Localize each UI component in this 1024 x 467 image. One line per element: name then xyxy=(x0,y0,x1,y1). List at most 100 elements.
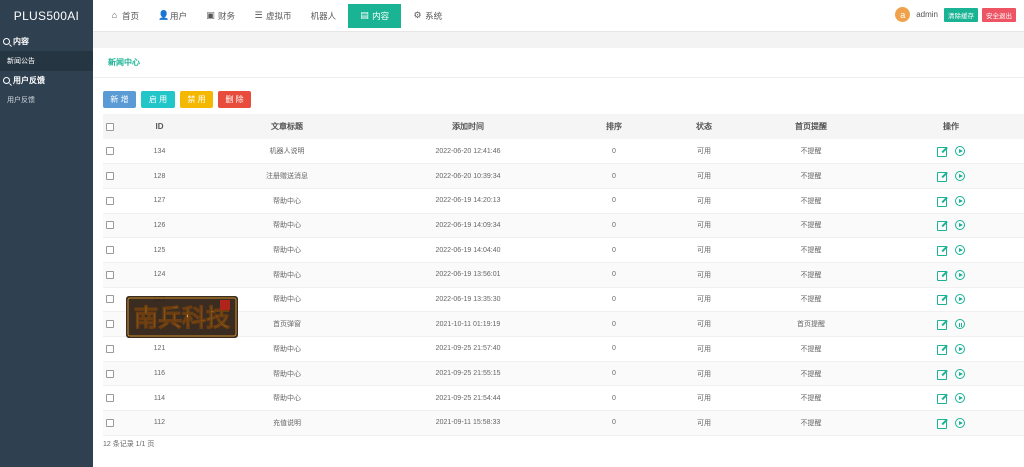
play-icon[interactable] xyxy=(955,146,965,157)
cell-actions xyxy=(878,287,1024,312)
cell-time: 2022-06-19 14:09:34 xyxy=(435,221,501,229)
edit-icon[interactable] xyxy=(937,171,947,183)
table-row: 121 帮助中心 2021-09-25 21:57:40 0 可用 不提醒 xyxy=(103,337,1024,362)
cell-sort: 0 xyxy=(612,320,616,328)
table-row: 128 注册赠送消息 2022-06-20 10:39:34 0 可用 不提醒 xyxy=(103,163,1024,189)
edit-icon[interactable] xyxy=(937,270,947,281)
nav-finance[interactable]: ▣ 财务 xyxy=(199,4,242,28)
play-icon[interactable] xyxy=(955,220,965,231)
edit-icon[interactable] xyxy=(937,196,947,207)
sidebar-item-feedback[interactable]: 用户反馈 xyxy=(0,90,93,110)
cell-time: 2022-06-19 14:04:40 xyxy=(435,246,501,254)
play-icon[interactable] xyxy=(955,417,965,428)
cell-actions xyxy=(878,164,1024,189)
edit-icon[interactable] xyxy=(937,220,947,232)
row-checkbox[interactable] xyxy=(106,369,114,378)
nav-robot[interactable]: 机器人 xyxy=(304,4,344,28)
row-checkbox[interactable] xyxy=(106,221,114,230)
play-icon[interactable] xyxy=(955,245,965,256)
column-header: 首页提醒 xyxy=(795,122,827,131)
toolbar: 新 增 启 用 禁 用 删 除 xyxy=(93,78,1024,119)
pause-icon[interactable] xyxy=(955,319,965,330)
gear-icon: ⚙ xyxy=(413,10,422,20)
nav-home[interactable]: ⌂ 首页 xyxy=(103,4,146,28)
select-cell xyxy=(103,312,117,337)
nav-label: 机器人 xyxy=(310,10,337,21)
play-icon[interactable] xyxy=(955,269,965,280)
select-cell xyxy=(103,287,117,312)
play-icon[interactable] xyxy=(955,294,965,305)
edit-icon[interactable] xyxy=(937,369,947,380)
cell-id: 127 xyxy=(153,197,166,205)
nav-label: 用户 xyxy=(170,10,188,21)
edit-icon[interactable] xyxy=(937,294,947,306)
select-cell xyxy=(103,262,117,287)
select-all-checkbox[interactable] xyxy=(106,122,114,131)
sidebar-group-content[interactable]: 内容 xyxy=(0,32,93,51)
user-icon: 👤 xyxy=(158,10,170,20)
edit-icon[interactable] xyxy=(937,418,947,429)
cell-remind: 不提醒 xyxy=(800,247,822,255)
play-icon[interactable] xyxy=(955,368,965,379)
add-button[interactable]: 新 增 xyxy=(103,91,136,108)
column-header: 操作 xyxy=(943,122,959,131)
table-body: 134 机器人说明 2022-06-20 12:41:46 0 可用 不提醒 128 注册赠… xyxy=(103,139,1024,436)
edit-icon[interactable] xyxy=(937,393,947,405)
nav-label: 首页 xyxy=(122,10,140,21)
nav-users[interactable]: 👤 用户 xyxy=(151,4,194,28)
row-checkbox[interactable] xyxy=(106,295,114,304)
edit-icon[interactable] xyxy=(937,245,947,257)
row-checkbox[interactable] xyxy=(106,270,114,279)
username[interactable]: admin xyxy=(916,10,938,19)
cell-actions xyxy=(878,139,1024,164)
row-actions xyxy=(878,319,1024,331)
row-checkbox[interactable] xyxy=(106,246,114,255)
select-cell xyxy=(103,411,117,436)
sidebar-group-feedback[interactable]: 用户反馈 xyxy=(0,71,93,90)
content-strip xyxy=(93,33,1024,48)
row-checkbox[interactable] xyxy=(106,147,114,156)
row-checkbox[interactable] xyxy=(106,196,114,205)
cell-sort: 0 xyxy=(612,197,616,205)
clear-cache-button[interactable]: 清除缓存 xyxy=(944,7,978,22)
row-actions xyxy=(878,368,1024,380)
column-header: 添加时间 xyxy=(452,122,484,131)
nav-content[interactable]: ▤ 内容 xyxy=(348,3,402,28)
cell-actions xyxy=(878,337,1024,362)
disable-button[interactable]: 禁 用 xyxy=(180,91,213,108)
database-icon: ☰ xyxy=(254,10,263,20)
wallet-icon: ▣ xyxy=(206,10,215,20)
cell-actions xyxy=(878,238,1024,263)
edit-icon[interactable] xyxy=(937,146,947,158)
nav-crypto[interactable]: ☰ 虚拟币 xyxy=(247,4,299,28)
row-checkbox[interactable] xyxy=(106,418,114,427)
sidebar-item-news[interactable]: 新闻公告 xyxy=(0,51,93,71)
row-checkbox[interactable] xyxy=(106,394,114,403)
edit-icon[interactable] xyxy=(937,344,947,355)
main-content: 新闻中心 新 增 启 用 禁 用 删 除 ID 文章标题 添加时间 排序 状态 xyxy=(93,33,1024,467)
delete-button[interactable]: 删 除 xyxy=(218,91,251,108)
play-icon[interactable] xyxy=(955,195,965,206)
table-row: 124 帮助中心 2022-06-19 13:56:01 0 可用 不提醒 xyxy=(103,262,1024,288)
cell-time: 2021-09-25 21:55:15 xyxy=(435,370,501,378)
table-row: 127 帮助中心 2022-06-19 14:20:13 0 可用 不提醒 xyxy=(103,188,1024,214)
cell-status: 可用 xyxy=(697,345,711,353)
edit-icon[interactable] xyxy=(937,319,947,331)
row-checkbox[interactable] xyxy=(106,344,114,353)
watermark-logo: 南兵科技 xyxy=(126,296,238,338)
row-checkbox[interactable] xyxy=(106,320,114,329)
nav-system[interactable]: ⚙ 系统 xyxy=(406,4,449,28)
logout-button[interactable]: 安全退出 xyxy=(982,7,1016,22)
cell-id: 114 xyxy=(153,394,166,402)
play-icon[interactable] xyxy=(955,171,965,182)
cell-id: 125 xyxy=(153,246,166,254)
play-icon[interactable] xyxy=(955,343,965,354)
cell-sort: 0 xyxy=(612,147,616,155)
row-checkbox[interactable] xyxy=(106,172,114,181)
cell-actions xyxy=(878,361,1024,386)
avatar[interactable]: a xyxy=(895,7,911,22)
page-title: 新闻中心 xyxy=(93,48,1024,78)
enable-button[interactable]: 启 用 xyxy=(141,91,175,108)
play-icon[interactable] xyxy=(955,393,965,404)
row-actions xyxy=(878,195,1024,207)
